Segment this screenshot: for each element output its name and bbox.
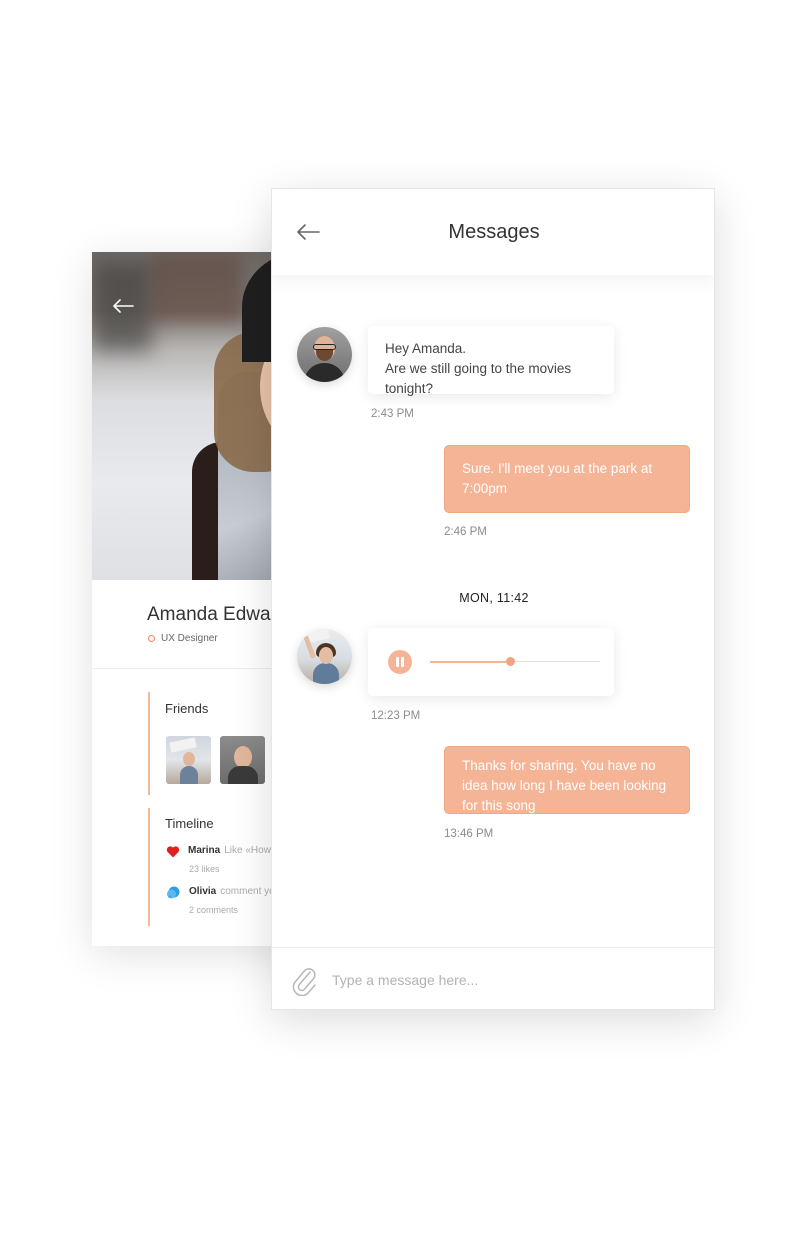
friends-title: Friends xyxy=(165,701,209,716)
message-time: 13:46 PM xyxy=(444,828,494,840)
message-time: 12:23 PM xyxy=(371,710,421,722)
timeline-user: Olivia xyxy=(189,886,217,897)
timeline-user: Marina xyxy=(188,845,221,856)
outgoing-message-bubble: Thanks for sharing. You have no idea how… xyxy=(444,746,690,814)
audio-progress-fill xyxy=(430,660,510,663)
outgoing-message-bubble: Sure. I'll meet you at the park at 7:00p… xyxy=(444,445,690,513)
message-time: 2:43 PM xyxy=(371,408,414,420)
timeline-item[interactable]: Olivia comment yo xyxy=(166,886,275,900)
profile-role-label: UX Designer xyxy=(161,633,218,644)
timeline-meta: 2 comments xyxy=(189,905,239,915)
voice-message-bubble xyxy=(368,628,614,696)
profile-role: UX Designer xyxy=(148,633,218,644)
page-title: Messages xyxy=(448,221,540,243)
day-separator: MON, 11:42 xyxy=(459,591,529,605)
audio-progress-track[interactable] xyxy=(430,657,600,666)
pause-button[interactable] xyxy=(388,650,412,674)
friends-section-bar xyxy=(148,692,150,795)
message-composer xyxy=(272,947,714,1009)
messages-header: Messages xyxy=(272,189,714,275)
timeline-item[interactable]: Marina Like «How xyxy=(166,845,271,858)
timeline-meta: 23 likes xyxy=(189,864,220,874)
audio-scrubber-handle[interactable] xyxy=(506,657,515,666)
message-text: Are we still going to the movies tonight… xyxy=(385,361,572,396)
message-input[interactable] xyxy=(332,966,692,994)
heart-icon xyxy=(166,846,180,858)
friend-avatar[interactable] xyxy=(220,736,265,784)
message-text: Thanks for sharing. You have no idea how… xyxy=(462,758,667,813)
timeline-title: Timeline xyxy=(165,816,214,831)
chat-bubble-icon xyxy=(167,886,180,899)
role-dot-icon xyxy=(148,635,155,642)
message-time: 2:46 PM xyxy=(444,526,487,538)
timeline-action: Like «How xyxy=(224,845,271,856)
timeline-action: comment yo xyxy=(220,886,275,897)
sender-avatar[interactable] xyxy=(297,327,352,382)
incoming-message-bubble: Hey Amanda. Are we still going to the mo… xyxy=(368,326,614,396)
message-text: Sure. I'll meet you at the park at 7:00p… xyxy=(462,461,653,496)
messages-card: Messages Hey Amanda. Are we still going … xyxy=(271,188,715,1010)
message-text: Hey Amanda. xyxy=(385,341,467,356)
paperclip-icon[interactable] xyxy=(292,966,318,996)
back-arrow-icon[interactable] xyxy=(112,298,134,314)
friend-avatar[interactable] xyxy=(166,736,211,784)
sender-avatar[interactable] xyxy=(297,629,352,684)
timeline-section-bar xyxy=(148,808,150,926)
